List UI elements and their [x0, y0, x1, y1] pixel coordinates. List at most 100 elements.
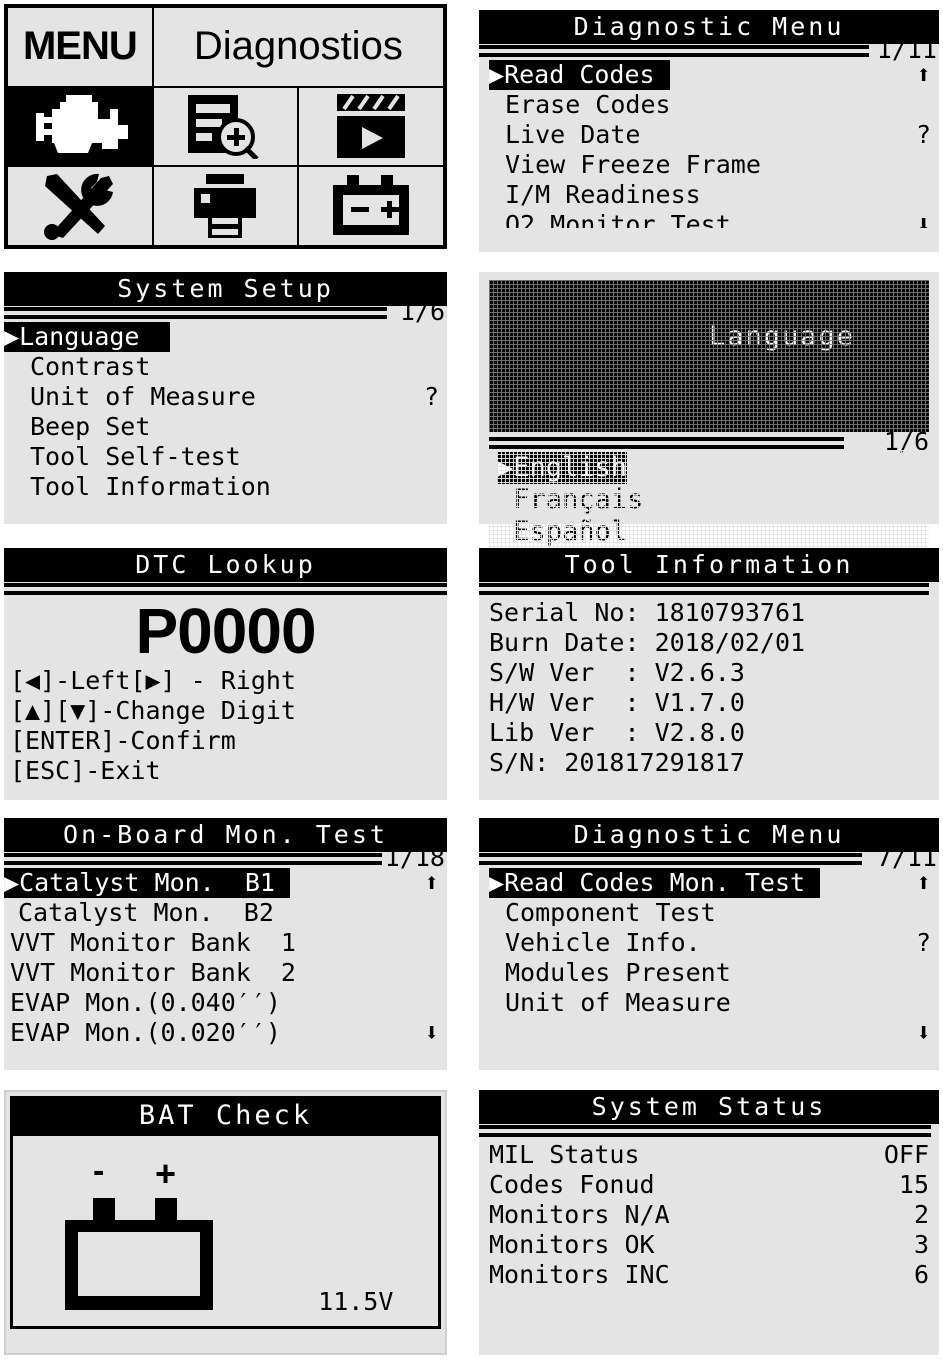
status-row: MIL Status OFF: [479, 1140, 939, 1170]
lcd-title: BAT Check: [10, 1096, 441, 1136]
diagnostic-menu-panel-1: Diagnostic Menu 1/11 ▶Read Codes ⬆ Erase…: [479, 10, 939, 252]
bat-check-panel: BAT Check - + 11.5V ENG OFF: [4, 1090, 447, 1355]
list-item[interactable]: ▶Read Codes Mon. Test ⬆: [479, 868, 939, 898]
lcd-title: DTC Lookup: [4, 548, 447, 582]
scroll-down-icon[interactable]: ⬇: [916, 1018, 931, 1048]
screenshot-root: MENU Diagnostios Diagnostic Menu 1/11 ▶R…: [0, 0, 943, 1361]
lcd-title: Diagnostic Menu: [479, 818, 939, 852]
status-label: MIL Status: [489, 1140, 640, 1169]
status-label: Monitors N/A: [489, 1200, 670, 1229]
lcd-title: On-Board Mon. Test: [4, 818, 447, 852]
main-menu-title-cell: Diagnostios: [152, 7, 444, 87]
document-search-icon: [182, 93, 268, 160]
menu-tile-tools[interactable]: [7, 166, 153, 246]
dtc-code-value[interactable]: P0000: [4, 596, 447, 666]
list-item[interactable]: Tool Information: [4, 472, 447, 502]
help-indicator: ?: [423, 382, 439, 411]
help-indicator: ?: [915, 928, 931, 957]
separator: [4, 582, 447, 596]
list-item[interactable]: VVT Monitor Bank 2: [4, 958, 447, 988]
bat-check-body: - + 11.5V ENG OFF: [10, 1136, 441, 1329]
printer-icon: [188, 173, 262, 239]
status-value: 3: [913, 1230, 929, 1259]
hint-confirm: [ENTER]-Confirm: [10, 726, 236, 755]
list-item[interactable]: Catalyst Mon. B2: [4, 898, 447, 928]
list-item[interactable]: Beep Set: [4, 412, 447, 442]
separator: 1/18: [4, 844, 447, 872]
hint-change-digit: [▲][▼]-Change Digit: [10, 696, 296, 725]
menu-tile-engine[interactable]: [7, 86, 153, 167]
status-row: Monitors N/A 2: [479, 1200, 939, 1230]
scroll-up-icon[interactable]: ⬆: [916, 868, 931, 898]
status-list: MIL Status OFF Codes Fonud 15 Monitors N/A…: [479, 1138, 939, 1290]
hint-exit: [ESC]-Exit: [10, 756, 161, 785]
list-item[interactable]: Erase Codes: [479, 90, 939, 120]
list-item[interactable]: Español: [489, 516, 929, 548]
separator: [479, 582, 939, 596]
tool-information-panel: Tool Information Serial No: 1810793761 B…: [479, 548, 939, 800]
list-item[interactable]: EVAP Mon.(0.040′′): [4, 988, 447, 1018]
main-menu-panel: MENU Diagnostios: [4, 4, 447, 249]
menu-tile-printer[interactable]: [152, 166, 299, 246]
status-row: Monitors INC 6: [479, 1260, 939, 1290]
status-label: Monitors INC: [489, 1260, 670, 1289]
status-label: Codes Fonud: [489, 1170, 655, 1199]
list-item[interactable]: ▶English: [489, 452, 929, 484]
info-row: S/W Ver : V2.6.3: [489, 658, 745, 687]
list-item[interactable]: ▶Catalyst Mon. B1 ⬆: [4, 868, 447, 898]
list-item[interactable]: Unit of Measure: [479, 988, 939, 1018]
list-item[interactable]: Français: [489, 484, 929, 516]
lcd-title: Language: [489, 280, 929, 432]
battery-icon: [331, 175, 411, 237]
list-item[interactable]: VVT Monitor Bank 1: [4, 928, 447, 958]
diagnostic-menu-panel-2: Diagnostic Menu 7/11 ▶Read Codes Mon. Te…: [479, 818, 939, 1070]
separator: 7/11: [479, 844, 939, 872]
menu-list: ▶Read Codes Mon. Test ⬆ Component Test V…: [479, 866, 939, 1048]
list-item[interactable]: Component Test: [479, 898, 939, 928]
scroll-up-icon[interactable]: ⬆: [916, 60, 931, 90]
info-row: Burn Date: 2018/02/01: [489, 628, 806, 657]
page-title: Diagnostios: [193, 24, 403, 69]
tools-icon: [43, 172, 117, 241]
scroll-up-icon[interactable]: ⬆: [424, 868, 439, 898]
battery-graphic: - +: [65, 1152, 285, 1316]
svg-text:+: +: [155, 1153, 176, 1194]
status-row: Monitors OK 3: [479, 1230, 939, 1260]
scroll-down-icon[interactable]: ⬇: [916, 210, 931, 228]
list-item[interactable]: Unit of Measure?: [4, 382, 447, 412]
info-row: H/W Ver : V1.7.0: [489, 688, 745, 717]
lcd-title: System Status: [479, 1090, 939, 1124]
list-item[interactable]: I/M Readiness: [479, 180, 939, 210]
help-indicator: ?: [915, 120, 931, 149]
list-item[interactable]: ▶Language: [4, 322, 447, 352]
system-status-panel: System Status MIL Status OFF Codes Fonud 1…: [479, 1090, 939, 1355]
list-item[interactable]: Contrast: [4, 352, 447, 382]
system-setup-panel: System Setup 1/6 ▶Language Contrast Unit…: [4, 272, 447, 524]
list-item[interactable]: Live Date?: [479, 120, 939, 150]
status-value: 6: [913, 1260, 929, 1289]
list-item[interactable]: ▶Read Codes ⬆: [479, 60, 939, 90]
menu-list: ▶Catalyst Mon. B1 ⬆ Catalyst Mon. B2 VVT…: [4, 866, 447, 1048]
info-row: S/N: 201817291817: [489, 748, 745, 777]
dot-matrix-overlay: [489, 280, 929, 432]
lcd-title: Tool Information: [479, 548, 939, 582]
list-item[interactable]: Modules Present: [479, 958, 939, 988]
info-row: Lib Ver : V2.8.0: [489, 718, 745, 747]
menu-tile-playback[interactable]: [298, 86, 444, 167]
scroll-down-icon[interactable]: ⬇: [424, 1018, 439, 1048]
menu-tile-battery[interactable]: [298, 166, 444, 246]
list-item[interactable]: O2 Monitor Test ⬇: [479, 210, 939, 228]
list-item[interactable]: Tool Self-test: [4, 442, 447, 472]
separator: 1/6: [489, 428, 929, 456]
list-item[interactable]: View Freeze Frame: [479, 150, 939, 180]
lcd-title: System Setup: [4, 272, 447, 306]
playback-icon: [336, 93, 406, 159]
menu-tile-read-codes[interactable]: [152, 86, 299, 167]
svg-text:-: -: [93, 1152, 104, 1190]
list-item: ⬇: [479, 1018, 939, 1048]
list-item[interactable]: EVAP Mon.(0.020′′) ⬇: [4, 1018, 447, 1048]
dtc-lookup-panel: DTC Lookup P0000 [◀]-Left[▶] - Right [▲]…: [4, 548, 447, 800]
list-item[interactable]: Vehicle Info.?: [479, 928, 939, 958]
menu-label: MENU: [22, 24, 138, 69]
on-board-mon-test-panel: On-Board Mon. Test 1/18 ▶Catalyst Mon. B…: [4, 818, 447, 1070]
